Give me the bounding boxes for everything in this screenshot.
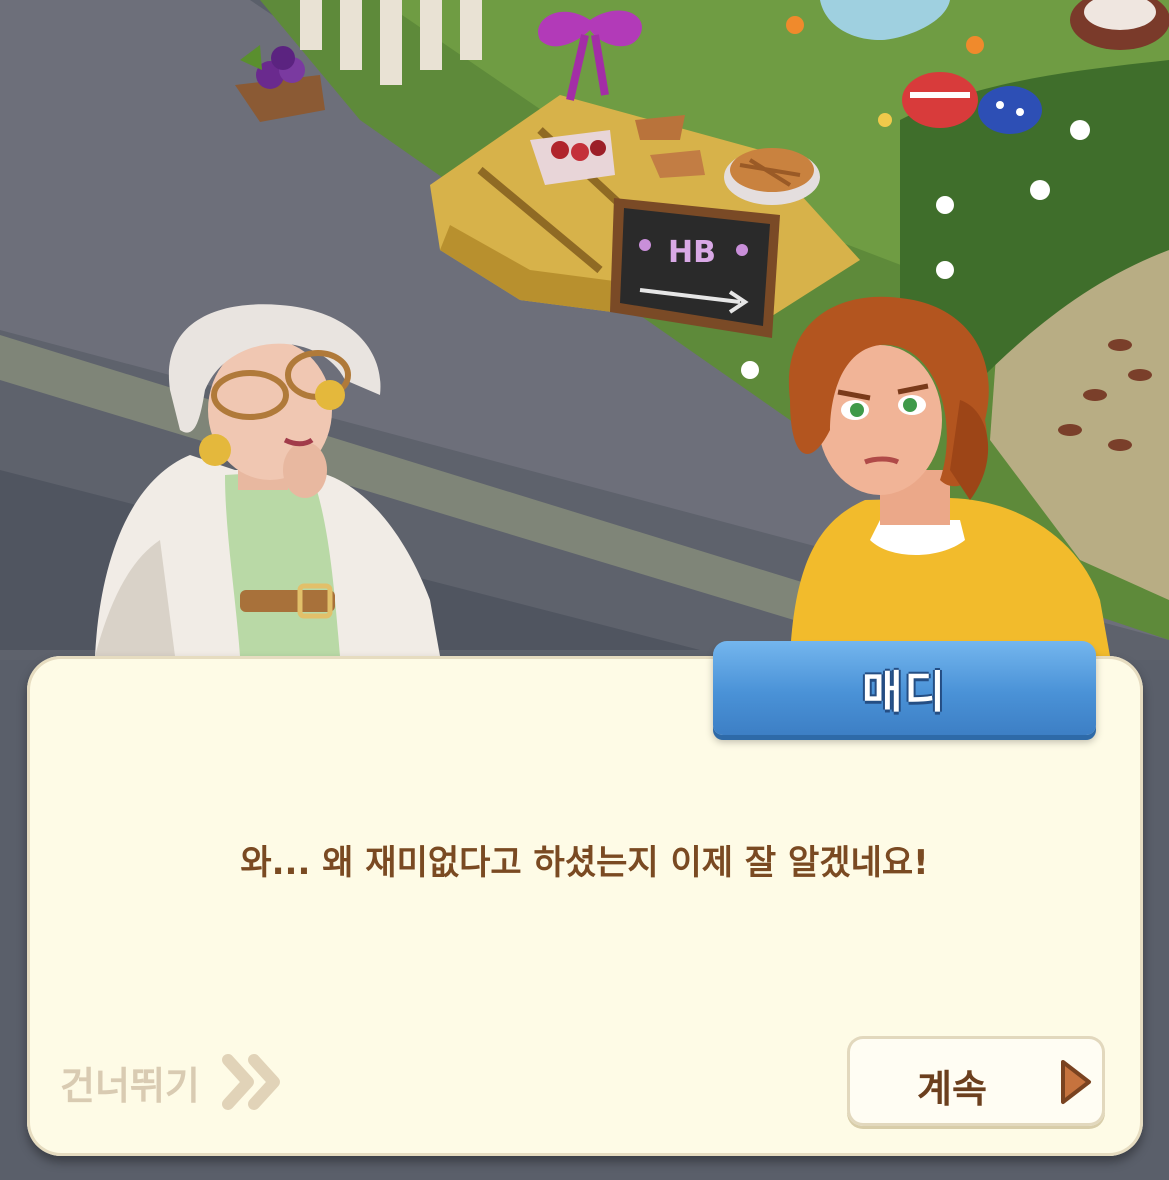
- continue-button[interactable]: 계속: [847, 1036, 1105, 1126]
- skip-label: 건너뛰기: [60, 1063, 200, 1108]
- svg-text:HB: HB: [668, 235, 716, 270]
- speaker-name: 매디: [862, 667, 947, 718]
- dialogue-text: 와... 왜 재미없다고 하셨는지 이제 잘 알겠네요!: [240, 843, 929, 883]
- skip-button[interactable]: 건너뛰기: [60, 1052, 284, 1112]
- speaker-name-tag: 매디: [713, 641, 1096, 735]
- play-arrow-icon: [1061, 1060, 1091, 1104]
- continue-label: 계속: [917, 1067, 987, 1111]
- double-chevron-right-icon: [221, 1054, 280, 1110]
